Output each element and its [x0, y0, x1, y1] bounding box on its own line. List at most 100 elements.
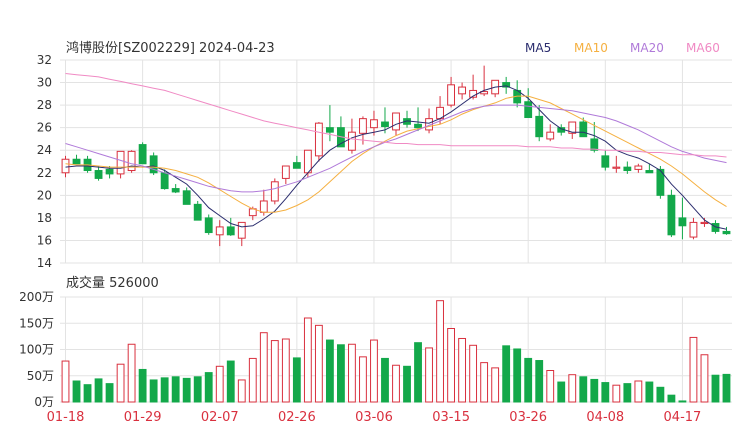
- candle-body-up: [546, 131, 555, 140]
- candle: [204, 214, 213, 235]
- candle: [171, 184, 180, 194]
- volume-bar-up: [425, 347, 433, 403]
- volume-tick-label: 100万: [19, 343, 54, 357]
- candle: [138, 142, 147, 165]
- volume-bar-down: [182, 377, 191, 403]
- volume-bar-down: [535, 360, 544, 403]
- candle-body-up: [359, 118, 367, 134]
- candle: [403, 110, 411, 128]
- candle-body-down: [579, 121, 588, 138]
- date-tick-label: 03-15: [432, 410, 470, 425]
- volume-bar-down: [590, 378, 599, 403]
- volume-bar-down: [105, 383, 114, 403]
- ma-line-ma5: [65, 85, 727, 230]
- volume-bars: [61, 300, 731, 403]
- candle-body-down: [381, 121, 389, 128]
- volume-bar-down: [381, 357, 389, 403]
- candle-body-up: [392, 112, 400, 131]
- moving-average-lines: [65, 73, 727, 230]
- price-grid: [60, 59, 732, 264]
- candle-body-up: [348, 131, 356, 151]
- candle: [458, 82, 467, 100]
- volume-bar-down: [83, 384, 92, 403]
- candle: [414, 107, 422, 132]
- candle-body-up: [634, 165, 643, 170]
- candle-body-up: [458, 86, 467, 95]
- volume-bar-down: [337, 344, 345, 403]
- price-tick-label: 32: [37, 53, 52, 67]
- volume-bar-up: [634, 380, 643, 403]
- candle-body-down: [667, 194, 676, 236]
- price-tick-label: 18: [37, 211, 52, 225]
- volume-bar-down: [414, 342, 422, 403]
- volume-bar-up: [116, 363, 125, 403]
- candle-body-down: [535, 115, 544, 138]
- candle: [314, 122, 323, 162]
- volume-bar-down: [325, 339, 334, 403]
- candle: [83, 155, 92, 173]
- candle: [491, 79, 500, 98]
- candle: [215, 220, 224, 247]
- price-tick-label: 22: [37, 166, 52, 180]
- volume-bar-up: [270, 340, 279, 403]
- candle-body-up: [215, 226, 224, 236]
- volume-bar-up: [348, 343, 356, 403]
- price-tick-label: 26: [37, 121, 52, 135]
- volume-tick-label: 50万: [27, 369, 54, 383]
- price-tick-label: 30: [37, 76, 52, 90]
- candle-body-down: [678, 217, 687, 227]
- candle-body-up: [612, 166, 621, 169]
- price-tick-label: 24: [37, 143, 52, 157]
- date-tick-label: 01-18: [47, 410, 85, 425]
- candle: [72, 154, 81, 165]
- candle: [226, 217, 235, 236]
- date-tick-label: 01-29: [124, 410, 162, 425]
- volume-bar-down: [138, 368, 147, 403]
- candle-body-down: [72, 158, 81, 165]
- candle-body-down: [182, 190, 191, 205]
- volume-bar-down: [193, 376, 202, 403]
- volume-bar-up: [700, 354, 709, 403]
- candle-body-down: [590, 138, 599, 151]
- candle-body-down: [171, 188, 180, 193]
- volume-bar-up: [546, 370, 555, 403]
- candle-body-up: [270, 181, 279, 202]
- candle: [601, 150, 610, 171]
- volume-bar-down: [149, 379, 158, 403]
- candle-body-down: [645, 170, 654, 174]
- candle-body-up: [314, 122, 323, 157]
- date-tick-label: 02-07: [201, 410, 239, 425]
- volume-bar-up: [568, 374, 577, 403]
- volume-bar-down: [645, 381, 654, 403]
- legend-item-ma10: MA10: [574, 41, 608, 55]
- volume-bar-up: [303, 317, 312, 403]
- candle: [535, 105, 544, 142]
- candle-body-up: [447, 84, 455, 106]
- candle-body-down: [193, 203, 202, 221]
- price-tick-label: 20: [37, 188, 52, 202]
- candle-body-down: [138, 144, 147, 165]
- candle: [722, 226, 731, 235]
- volume-bar-up: [215, 365, 224, 403]
- candle: [568, 121, 577, 139]
- volume-bar-up: [127, 343, 136, 403]
- candle: [149, 152, 158, 176]
- legend: MA5 MA10 MA20 MA60: [525, 41, 720, 55]
- candle: [667, 189, 676, 238]
- volume-bar-up: [359, 356, 367, 403]
- volume-bar-down: [502, 345, 511, 403]
- candle-body-down: [623, 166, 632, 172]
- price-y-axis: 14 16 18 20 22 24 26 28 30 32: [37, 53, 52, 270]
- candle: [502, 76, 511, 94]
- volume-bar-down: [524, 357, 533, 403]
- candle: [325, 105, 334, 142]
- volume-bar-up: [314, 324, 323, 403]
- volume-bar-down: [656, 386, 665, 403]
- candle-body-up: [281, 165, 290, 179]
- date-tick-label: 04-17: [664, 410, 702, 425]
- candle: [623, 161, 632, 174]
- volume-bar-down: [292, 357, 301, 403]
- candle: [634, 163, 643, 173]
- volume-bar-up: [469, 344, 478, 403]
- candle-body-up: [127, 150, 136, 172]
